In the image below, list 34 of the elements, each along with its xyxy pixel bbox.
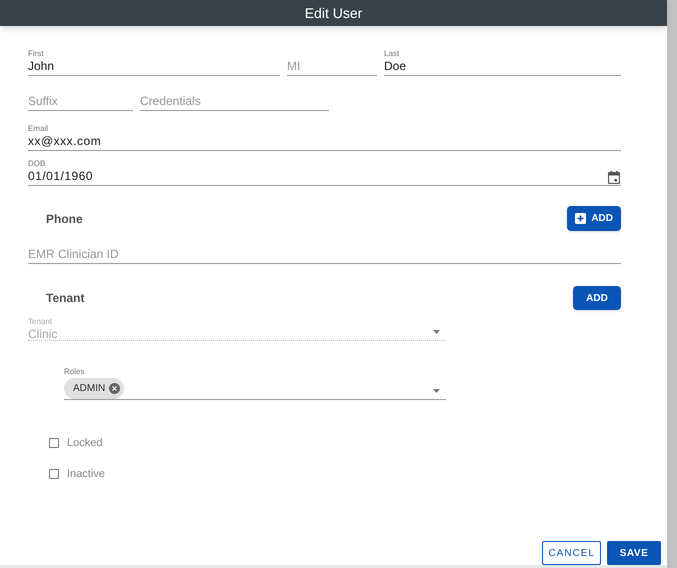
field-label: Tenant <box>28 317 54 327</box>
remove-icon[interactable] <box>109 383 120 394</box>
role-chip[interactable]: ADMIN <box>64 378 124 399</box>
field-label: Roles <box>64 367 86 377</box>
text-field[interactable]: MI <box>287 59 377 76</box>
roles-select[interactable]: Roles ADMIN <box>64 367 446 400</box>
dialog-title: Edit User <box>304 4 362 22</box>
field-label: Last <box>384 49 400 59</box>
caret-icon <box>433 330 440 334</box>
checkbox-label: Inactive <box>67 466 105 482</box>
text-field[interactable]: Suffix <box>28 94 133 111</box>
text-field[interactable]: xx@xxx.com <box>28 134 621 151</box>
plus-icon <box>575 213 586 224</box>
field-label: Email <box>28 124 50 134</box>
section-heading: Tenant <box>46 290 84 307</box>
add-tenant-button[interactable]: ADD <box>573 286 621 310</box>
text-field[interactable]: Doe <box>384 59 621 76</box>
checkbox[interactable] <box>49 469 59 479</box>
text-field[interactable]: 01/01/1960 <box>28 169 621 186</box>
scrollbar[interactable] <box>667 0 677 568</box>
add-phone-button[interactable]: ADD <box>567 206 621 231</box>
section-heading: Phone <box>46 210 83 228</box>
field-label: DOB <box>28 159 46 169</box>
caret-icon <box>433 389 440 393</box>
calendar-icon[interactable] <box>608 171 620 184</box>
field-label: First <box>28 49 45 59</box>
select-value: Clinic <box>28 327 58 341</box>
save-button[interactable]: SAVE <box>607 541 661 565</box>
text-field[interactable]: John <box>28 59 280 76</box>
checkbox[interactable] <box>49 438 59 448</box>
text-field[interactable]: EMR Clinician ID <box>28 247 621 264</box>
cancel-button[interactable]: CANCEL <box>542 541 601 565</box>
checkbox-label: Locked <box>67 436 102 451</box>
text-field[interactable]: Credentials <box>140 94 329 111</box>
